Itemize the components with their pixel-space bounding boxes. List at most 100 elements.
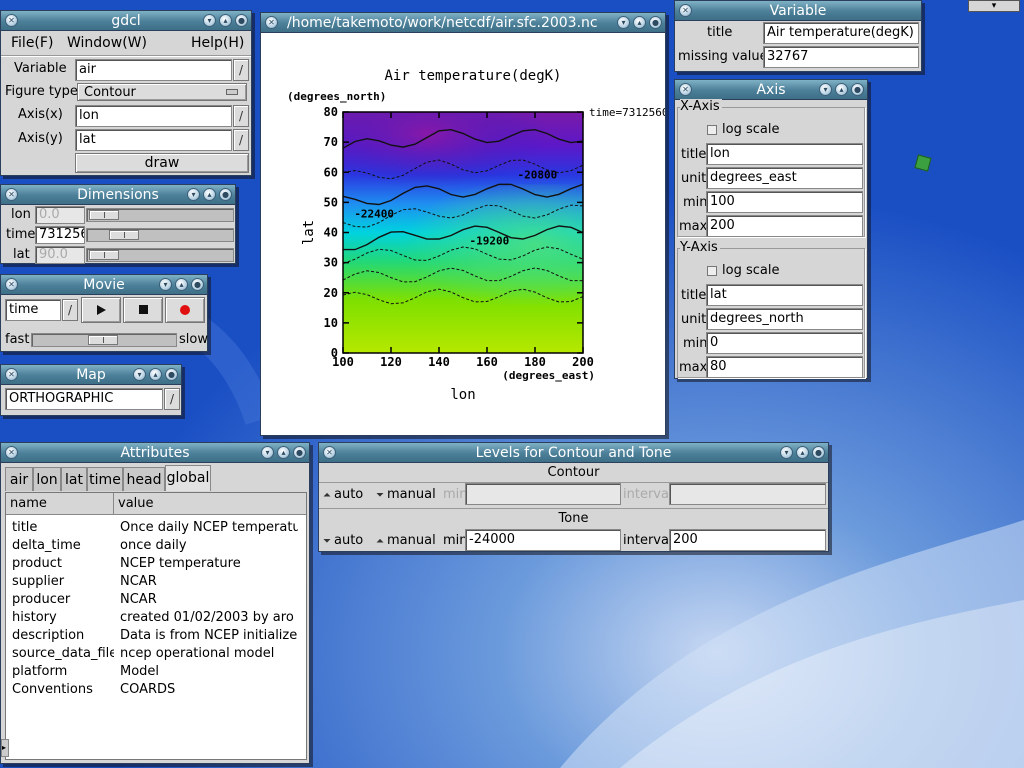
attribute-row[interactable]: title Once daily NCEP temperatur	[6, 519, 306, 537]
close-icon[interactable]: ✕	[5, 278, 18, 291]
y-unit-field[interactable]: degrees_north	[706, 308, 863, 330]
attributes-titlebar[interactable]: ✕ Attributes ▾ ▴ ●	[1, 443, 309, 463]
attribute-row[interactable]: description Data is from NCEP initialized	[6, 627, 306, 645]
attribute-row[interactable]: source_data_file ncep operational model	[6, 645, 306, 663]
play-button[interactable]	[81, 297, 121, 323]
plot-titlebar[interactable]: ✕ /home/takemoto/work/netcdf/air.sfc.200…	[261, 13, 665, 33]
maximize-icon[interactable]: ▴	[835, 83, 848, 96]
figure-type-select[interactable]: Contour	[77, 83, 247, 101]
close-icon[interactable]: ✕	[5, 188, 18, 201]
maximize-icon[interactable]: ▴	[175, 278, 188, 291]
col-name-header[interactable]: name	[6, 493, 114, 514]
tab-time[interactable]: time	[87, 467, 123, 491]
minimize-icon[interactable]: ▾	[187, 188, 200, 201]
draw-button[interactable]: draw	[75, 153, 249, 173]
x-unit-field[interactable]: degrees_east	[706, 167, 863, 189]
close-icon[interactable]: ✕	[679, 83, 692, 96]
menu-file[interactable]: File(F)	[11, 32, 53, 54]
close-icon[interactable]: ✕	[265, 16, 278, 29]
y-log-scale-checkbox[interactable]: log scale	[707, 263, 779, 278]
y-max-field[interactable]: 80	[706, 356, 863, 378]
tone-manual-radio[interactable]: ⏶ manual	[376, 533, 436, 548]
shade-icon[interactable]: ●	[851, 83, 864, 96]
minimize-icon[interactable]: ▾	[780, 446, 793, 459]
x-log-scale-checkbox[interactable]: log scale	[707, 122, 779, 137]
close-icon[interactable]: ✕	[5, 446, 18, 459]
dimensions-titlebar[interactable]: ✕ Dimensions ▾ ▴ ●	[1, 185, 235, 205]
axis-y-field[interactable]: lat	[75, 129, 232, 151]
axis-y-dropdown[interactable]: /	[233, 129, 249, 151]
y-title-field[interactable]: lat	[706, 284, 863, 306]
maximize-icon[interactable]: ▴	[277, 446, 290, 459]
col-value-header[interactable]: value	[114, 493, 154, 514]
tab-lat[interactable]: lat	[61, 467, 87, 491]
minimize-icon[interactable]: ▾	[159, 278, 172, 291]
maximize-icon[interactable]: ▴	[796, 446, 809, 459]
movie-titlebar[interactable]: ✕ Movie ▾ ▴ ●	[1, 275, 207, 295]
stop-button[interactable]	[123, 297, 163, 323]
attribute-row[interactable]: delta_time once daily	[6, 537, 306, 555]
attribute-row[interactable]: Conventions COARDS	[6, 681, 306, 699]
tone-min-field[interactable]: -24000	[465, 529, 621, 551]
tab-head[interactable]: head	[123, 467, 165, 491]
attribute-row[interactable]: supplier NCAR	[6, 573, 306, 591]
maximize-icon[interactable]: ▴	[633, 16, 646, 29]
contour-manual-radio[interactable]: ⏷ manual	[376, 487, 436, 502]
shade-icon[interactable]: ●	[191, 278, 204, 291]
map-titlebar[interactable]: ✕ Map ▾ ▴ ●	[1, 365, 181, 385]
maximize-icon[interactable]: ▴	[203, 188, 216, 201]
shade-icon[interactable]: ●	[219, 188, 232, 201]
contour-auto-radio[interactable]: ⏶ auto	[323, 487, 363, 502]
x-max-field[interactable]: 200	[706, 215, 863, 237]
variable-field[interactable]: air	[75, 59, 232, 81]
tab-air[interactable]: air	[5, 467, 33, 491]
minimize-icon[interactable]: ▾	[133, 368, 146, 381]
close-icon[interactable]: ✕	[679, 4, 692, 17]
missing-value-field[interactable]: 32767	[763, 46, 919, 68]
minimize-icon[interactable]: ▾	[203, 14, 216, 27]
menu-help[interactable]: Help(H)	[191, 32, 244, 54]
minimize-icon[interactable]: ▾	[819, 83, 832, 96]
x-title-field[interactable]: lon	[706, 143, 863, 165]
levels-titlebar[interactable]: ✕ Levels for Contour and Tone ▾ ▴ ●	[319, 443, 828, 463]
axis-x-dropdown[interactable]: /	[233, 105, 249, 127]
shade-icon[interactable]: ●	[293, 446, 306, 459]
record-button[interactable]	[165, 297, 205, 323]
attribute-row[interactable]: platform Model	[6, 663, 306, 681]
close-icon[interactable]: ✕	[5, 368, 18, 381]
movie-dimension-dropdown[interactable]: /	[62, 299, 78, 321]
speed-slider[interactable]	[31, 333, 177, 347]
close-icon[interactable]: ✕	[323, 446, 336, 459]
attribute-row[interactable]: history created 01/02/2003 by aro (r	[6, 609, 306, 627]
minimize-icon[interactable]: ▾	[617, 16, 630, 29]
shade-icon[interactable]: ●	[812, 446, 825, 459]
tone-auto-radio[interactable]: ⏷ auto	[323, 533, 363, 548]
tab-global[interactable]: global	[165, 465, 211, 491]
menu-window[interactable]: Window(W)	[67, 32, 147, 54]
shade-icon[interactable]: ●	[235, 14, 248, 27]
dim-time-field[interactable]: 7312560	[35, 226, 85, 244]
attribute-row[interactable]: producer NCAR	[6, 591, 306, 609]
minimize-icon[interactable]: ▾	[261, 446, 274, 459]
maximize-icon[interactable]: ▴	[149, 368, 162, 381]
x-min-field[interactable]: 100	[706, 191, 863, 213]
gdcl-titlebar[interactable]: ✕ gdcl ▾ ▴ ●	[1, 11, 251, 31]
axis-titlebar[interactable]: ✕ Axis ▾ ▴ ●	[675, 80, 867, 100]
maximize-icon[interactable]: ▴	[219, 14, 232, 27]
shade-icon[interactable]: ●	[165, 368, 178, 381]
axis-x-field[interactable]: lon	[75, 105, 232, 127]
shade-icon[interactable]: ●	[649, 16, 662, 29]
projection-field[interactable]: ORTHOGRAPHIC	[5, 388, 163, 410]
tab-lon[interactable]: lon	[33, 467, 61, 491]
movie-dimension-field[interactable]: time	[5, 299, 61, 321]
variable-titlebar[interactable]: ✕ Variable	[675, 1, 921, 21]
attribute-row[interactable]: product NCEP temperature	[6, 555, 306, 573]
table-scroll-icon[interactable]: ▸	[1, 739, 9, 757]
y-min-field[interactable]: 0	[706, 332, 863, 354]
dim-time-slider[interactable]	[86, 228, 234, 242]
projection-dropdown[interactable]: /	[164, 388, 180, 410]
close-icon[interactable]: ✕	[5, 14, 18, 27]
top-right-tab[interactable]: ▾	[968, 0, 1020, 12]
var-title-field[interactable]: Air temperature(degK)	[763, 22, 919, 44]
variable-dropdown[interactable]: /	[233, 59, 249, 81]
